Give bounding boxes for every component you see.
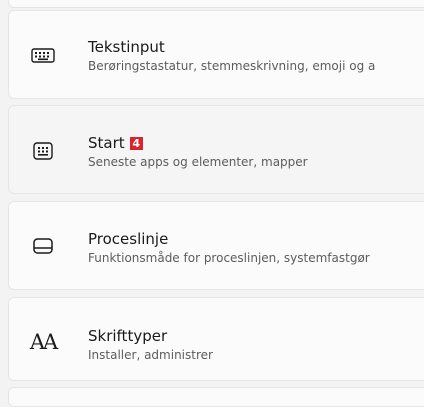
setting-subtitle: Installer, administrer [88,348,213,362]
start-menu-icon [29,137,57,165]
settings-item-proceslinje[interactable]: Proceslinje Funktionsmåde for proceslinj… [8,201,424,290]
notification-badge: 4 [129,137,143,150]
setting-title-text: Start [88,134,125,152]
setting-subtitle: Seneste apps og elementer, mapper [88,155,308,169]
setting-title: Proceslinje [88,230,370,249]
settings-item-start[interactable]: Start 4 Seneste apps og elementer, mappe… [8,105,424,194]
taskbar-icon [29,232,57,260]
settings-card-partial-bottom[interactable] [8,387,424,407]
settings-card-partial-top[interactable] [8,0,424,8]
settings-item-skrifttyper[interactable]: AA Skrifttyper Installer, administrer [8,297,424,381]
setting-title: Skrifttyper [88,327,213,346]
setting-title-text: Tekstinput [88,38,165,56]
setting-subtitle: Funktionsmåde for proceslinjen, systemfa… [88,251,370,265]
setting-title-text: Proceslinje [88,230,169,248]
setting-subtitle: Berøringstastatur, stemmeskrivning, emoj… [88,59,376,73]
settings-item-tekstinput[interactable]: Tekstinput Berøringstastatur, stemmeskri… [8,10,424,99]
setting-title: Start 4 [88,134,308,153]
setting-title: Tekstinput [88,38,375,57]
fonts-icon: AA [29,329,58,354]
keyboard-icon [29,42,57,70]
setting-title-text: Skrifttyper [88,327,168,345]
